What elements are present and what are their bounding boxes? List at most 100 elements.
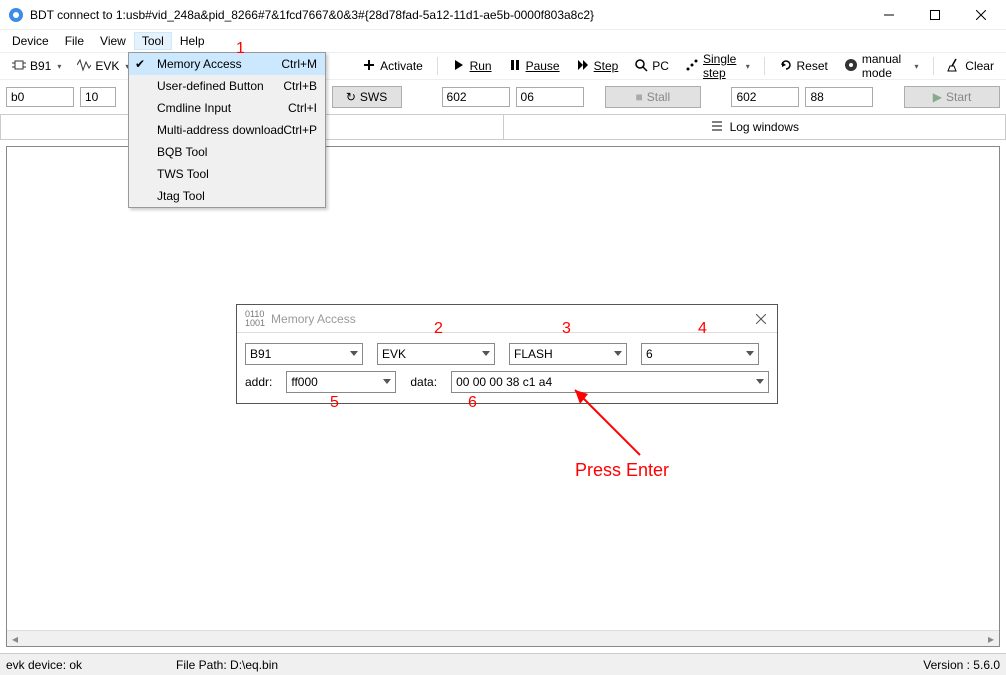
minimize-button[interactable] (866, 0, 912, 30)
play-icon (452, 58, 466, 75)
combo-value: 6 (646, 347, 653, 361)
dd-shortcut: Ctrl+I (288, 101, 317, 115)
dd-label: Memory Access (157, 57, 242, 71)
horizontal-scrollbar[interactable]: ◂ ▸ (7, 630, 999, 646)
evk-label: EVK (95, 59, 119, 73)
pause-button[interactable]: Pause (502, 56, 566, 77)
activate-label: Activate (380, 59, 423, 73)
evk-selector[interactable]: EVK (71, 56, 135, 77)
list-icon (710, 119, 724, 136)
dialog-close-button[interactable] (751, 309, 771, 329)
menu-device[interactable]: Device (4, 32, 57, 50)
run-button[interactable]: Run (446, 56, 498, 77)
sws-button[interactable]: ↻ SWS (332, 86, 402, 108)
status-device: evk device: ok (6, 658, 176, 672)
dd-label: Cmdline Input (157, 101, 231, 115)
window-title: BDT connect to 1:usb#vid_248a&pid_8266#7… (30, 8, 866, 22)
menu-user-defined-button[interactable]: User-defined Button Ctrl+B (129, 75, 325, 97)
status-version: Version : 5.6.0 (923, 658, 1000, 672)
dialog-evk-combo[interactable]: EVK (377, 343, 495, 365)
dialog-addr-combo[interactable]: ff000 (286, 371, 396, 393)
start-button[interactable]: ▶ Start (904, 86, 1000, 108)
data-label: data: (410, 375, 437, 389)
val2-input[interactable] (516, 87, 584, 107)
step-icon (576, 58, 590, 75)
addr2-input[interactable] (80, 87, 116, 107)
scroll-left-icon[interactable]: ◂ (7, 631, 23, 646)
reset-button[interactable]: Reset (773, 56, 834, 77)
menu-memory-access[interactable]: ✔ Memory Access Ctrl+M (129, 53, 325, 75)
clear-button[interactable]: Clear (941, 56, 1000, 77)
dd-label: Multi-address download (157, 123, 284, 137)
dd-label: BQB Tool (157, 145, 207, 159)
trace-icon (685, 58, 699, 75)
title-bar: BDT connect to 1:usb#vid_248a&pid_8266#7… (0, 0, 1006, 30)
dialog-titlebar: 01101001 Memory Access (237, 305, 777, 333)
stall-label: Stall (647, 90, 670, 104)
menu-bar: Device File View Tool Help (0, 30, 1006, 52)
menu-cmdline-input[interactable]: Cmdline Input Ctrl+I (129, 97, 325, 119)
refresh-icon (779, 58, 793, 75)
val4-input[interactable] (805, 87, 873, 107)
dialog-count-combo[interactable]: 6 (641, 343, 759, 365)
val1-input[interactable] (442, 87, 510, 107)
app-icon (8, 7, 24, 23)
menu-tws-tool[interactable]: TWS Tool (129, 163, 325, 185)
single-step-label: Single step (703, 52, 740, 80)
addr1-input[interactable] (6, 87, 74, 107)
menu-help[interactable]: Help (172, 32, 213, 50)
menu-jtag-tool[interactable]: Jtag Tool (129, 185, 325, 207)
status-bar: evk device: ok File Path: D:\eq.bin Vers… (0, 653, 1006, 675)
dd-label: Jtag Tool (157, 189, 205, 203)
broom-icon (947, 58, 961, 75)
play-icon: ▶ (933, 90, 942, 104)
search-icon (634, 58, 648, 75)
dd-label: TWS Tool (157, 167, 209, 181)
tab-log-windows[interactable]: Log windows (503, 114, 1006, 139)
combo-value: B91 (250, 347, 271, 361)
dialog-chip-combo[interactable]: B91 (245, 343, 363, 365)
refresh-icon: ↻ (346, 90, 356, 104)
step-button[interactable]: Step (570, 56, 625, 77)
reset-label: Reset (797, 59, 828, 73)
maximize-button[interactable] (912, 0, 958, 30)
window-controls (866, 0, 1004, 30)
scroll-right-icon[interactable]: ▸ (983, 631, 999, 646)
combo-value: EVK (382, 347, 406, 361)
menu-bqb-tool[interactable]: BQB Tool (129, 141, 325, 163)
stall-button[interactable]: ■ Stall (605, 86, 701, 108)
dd-shortcut: Ctrl+B (283, 79, 317, 93)
plus-icon (362, 58, 376, 75)
dd-label: User-defined Button (157, 79, 264, 93)
val3-input[interactable] (731, 87, 799, 107)
start-label: Start (946, 90, 971, 104)
menu-tool[interactable]: Tool (134, 32, 172, 50)
chip-icon (12, 58, 26, 75)
manual-mode-label: manual mode (862, 52, 909, 80)
menu-view[interactable]: View (92, 32, 134, 50)
status-filepath: File Path: D:\eq.bin (176, 658, 923, 672)
pause-icon (508, 58, 522, 75)
run-label: Run (470, 59, 492, 73)
check-icon: ✔ (135, 57, 145, 71)
dialog-title-text: Memory Access (271, 312, 356, 326)
activate-button[interactable]: Activate (356, 56, 429, 77)
chip-label: B91 (30, 59, 51, 73)
dd-shortcut: Ctrl+M (281, 57, 317, 71)
chip-selector[interactable]: B91 (6, 56, 67, 77)
dd-shortcut: Ctrl+P (283, 123, 317, 137)
menu-file[interactable]: File (57, 32, 92, 50)
pause-label: Pause (526, 59, 560, 73)
pc-button[interactable]: PC (628, 56, 675, 77)
menu-multi-address-download[interactable]: Multi-address download Ctrl+P (129, 119, 325, 141)
tool-dropdown: ✔ Memory Access Ctrl+M User-defined Butt… (128, 52, 326, 208)
sws-label: SWS (360, 90, 387, 104)
manual-mode-button[interactable]: manual mode (838, 50, 925, 82)
single-step-button[interactable]: Single step (679, 50, 756, 82)
dialog-data-combo[interactable]: 00 00 00 38 c1 a4 (451, 371, 769, 393)
combo-value: 00 00 00 38 c1 a4 (456, 375, 552, 389)
log-label: Log windows (730, 120, 799, 134)
close-button[interactable] (958, 0, 1004, 30)
dialog-mem-combo[interactable]: FLASH (509, 343, 627, 365)
waveform-icon (77, 58, 91, 75)
